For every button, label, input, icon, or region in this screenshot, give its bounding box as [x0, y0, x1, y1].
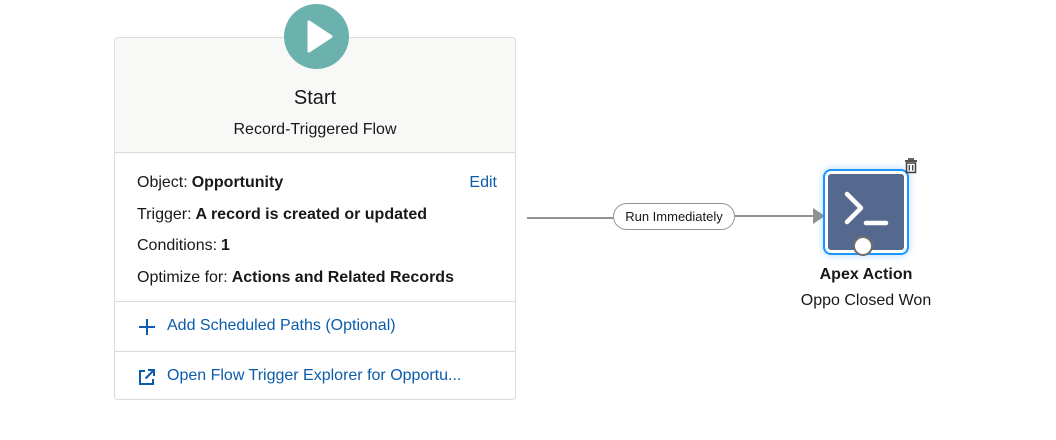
- run-immediately-label[interactable]: Run Immediately: [613, 203, 735, 230]
- trash-icon[interactable]: [903, 157, 919, 174]
- connector-arrow-icon: [813, 208, 825, 224]
- connector-handle[interactable]: [853, 236, 873, 256]
- apex-action-title: Apex Action: [819, 266, 913, 283]
- apex-action-label: Oppo Closed Won: [800, 292, 932, 309]
